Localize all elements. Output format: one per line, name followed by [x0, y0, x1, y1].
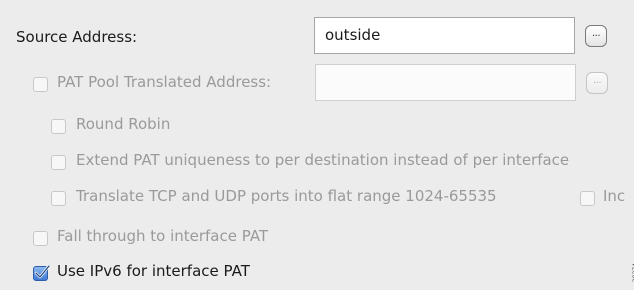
use-ipv6-interface-pat-checkbox[interactable] [33, 264, 51, 281]
source-address-field[interactable]: outside [314, 17, 575, 54]
flat-port-range-label: Translate TCP and UDP ports into flat ra… [76, 187, 497, 205]
pat-pool-checkbox[interactable] [33, 77, 48, 92]
source-address-label: Source Address: [16, 28, 138, 46]
fall-through-interface-pat-label: Fall through to interface PAT [57, 227, 269, 245]
pat-pool-label: PAT Pool Translated Address: [57, 73, 272, 91]
checkmark-icon [34, 264, 51, 279]
flat-port-range-checkbox[interactable] [51, 191, 66, 206]
source-address-browse-button[interactable]: ... [585, 25, 607, 47]
include-reserved-ports-label: Inc [603, 187, 626, 205]
nat-pat-options-panel: Source Address: outside ... PAT Pool Tra… [0, 0, 634, 290]
round-robin-label: Round Robin [76, 115, 171, 133]
extend-pat-uniqueness-label: Extend PAT uniqueness to per destination… [76, 151, 570, 169]
round-robin-checkbox[interactable] [51, 119, 66, 134]
fall-through-interface-pat-checkbox[interactable] [33, 231, 48, 246]
use-ipv6-interface-pat-label: Use IPv6 for interface PAT [57, 262, 250, 280]
ellipsis-icon: ... [592, 75, 602, 86]
pat-pool-address-field[interactable] [315, 64, 576, 101]
pat-pool-browse-button[interactable]: ... [586, 72, 608, 94]
ellipsis-icon: ... [591, 28, 601, 39]
extend-pat-uniqueness-checkbox[interactable] [51, 155, 66, 170]
include-reserved-ports-checkbox[interactable] [580, 191, 595, 206]
